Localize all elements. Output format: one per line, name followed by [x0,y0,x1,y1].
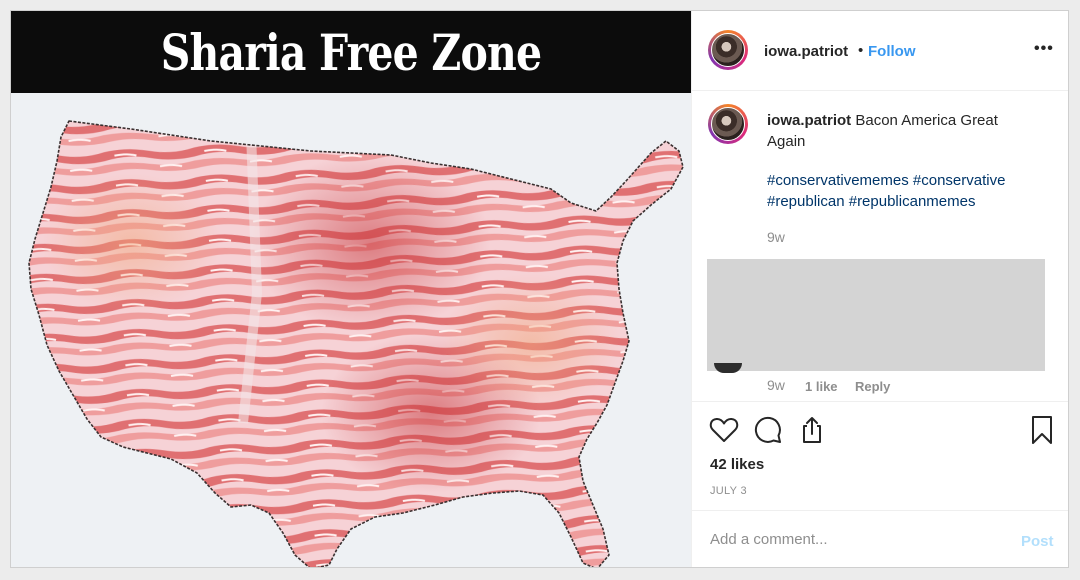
header-username[interactable]: iowa.patriot [764,43,848,60]
caption-hashtags[interactable]: #conservativememes #conservative #republ… [767,170,1047,212]
caption-avatar[interactable] [708,104,748,144]
post-image[interactable]: Sharia Free Zone [11,11,691,567]
post-header: iowa.patriot • Follow ••• [692,11,1068,91]
comment-timestamp[interactable]: 9w [767,377,785,393]
bacon-usa-map [11,93,691,567]
caption-username[interactable]: iowa.patriot [767,112,851,129]
likes-count[interactable]: 42 likes [710,456,764,473]
follow-button[interactable]: Follow [868,43,916,60]
post-comment-button[interactable]: Post [1021,533,1054,550]
share-icon[interactable] [796,414,828,446]
comment-avatar[interactable] [714,363,742,373]
post-date[interactable]: JULY 3 [710,485,747,497]
instagram-post-window: Sharia Free Zone iowa.patriot • Follow •… [10,10,1069,568]
comment-input[interactable] [710,531,990,548]
heart-icon[interactable] [708,414,740,446]
divider [692,401,1068,402]
header-separator: • [858,42,864,59]
divider [692,510,1068,511]
post-caption: iowa.patriot Bacon America Great Again [767,110,1037,152]
meme-title: Sharia Free Zone [160,22,542,82]
redacted-comment [707,259,1045,371]
meme-banner: Sharia Free Zone [11,11,691,93]
comment-icon[interactable] [752,414,784,446]
bookmark-icon[interactable] [1026,414,1058,446]
comment-likes[interactable]: 1 like [805,379,838,394]
avatar[interactable] [708,30,748,70]
post-sidebar: iowa.patriot • Follow ••• iowa.patriot B… [691,11,1068,567]
caption-timestamp[interactable]: 9w [767,229,785,245]
more-options-icon[interactable]: ••• [1034,40,1054,58]
reply-button[interactable]: Reply [855,379,890,394]
